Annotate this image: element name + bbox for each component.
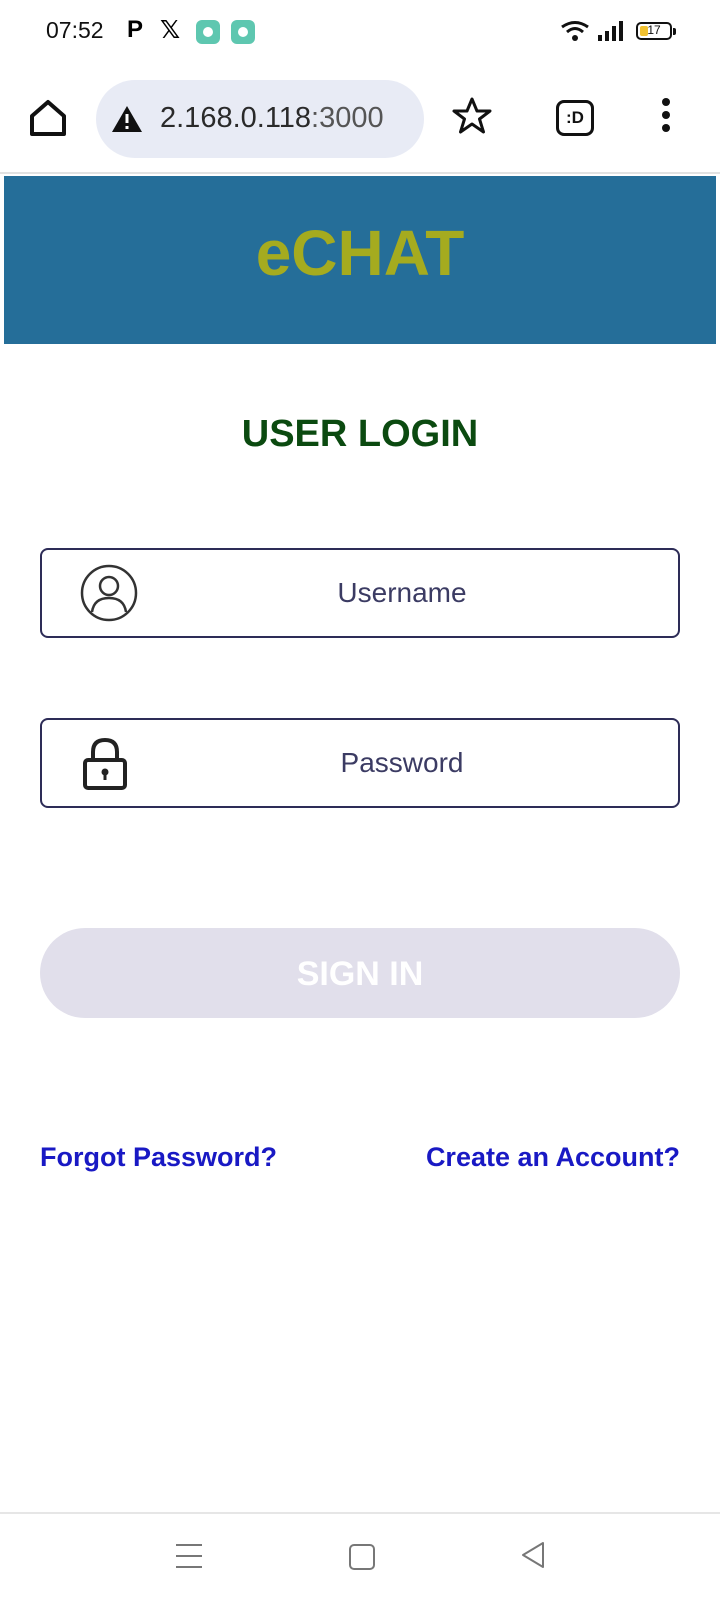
url-host: 2.168.0.118 [160,102,312,134]
status-time: 07:52 [46,17,104,43]
recent-apps-icon[interactable] [176,1544,202,1577]
password-input[interactable] [142,720,662,806]
forgot-password-link[interactable]: Forgot Password? [40,1142,277,1173]
app-badge-icon [196,20,220,44]
system-nav-bar [0,1512,720,1602]
warning-icon[interactable] [110,104,144,134]
wifi-icon [561,21,589,41]
browser-toolbar: 2.168.0.118:3000 :D [0,64,720,174]
url-port: :3000 [311,102,384,134]
user-icon [80,564,138,622]
tabs-icon[interactable]: :D [556,100,594,136]
login-title: USER LOGIN [241,413,479,455]
create-account-link[interactable]: Create an Account? [426,1142,680,1173]
star-icon[interactable] [452,96,492,136]
url-text[interactable]: 2.168.0.118:3000 [160,102,384,135]
back-triangle-icon[interactable] [520,1540,546,1570]
username-input[interactable] [142,550,662,636]
sign-in-button[interactable]: SIGN IN [40,928,680,1018]
app-badge-icon [231,20,255,44]
home-square-icon[interactable] [349,1544,375,1570]
toolbar-divider [0,172,720,174]
password-field[interactable] [40,718,680,808]
x-icon: 𝕏 [160,16,181,44]
username-field[interactable] [40,548,680,638]
tabs-label: :D [566,108,584,127]
address-bar[interactable]: 2.168.0.118:3000 [96,80,424,158]
status-bar: 07:52 P 𝕏 17 [0,0,720,64]
battery-level: 17 [647,23,661,37]
battery-icon: 17 [636,22,676,40]
app-header: eCHAT [4,176,716,344]
p-icon: P [127,16,144,43]
brand-title: eCHAT [255,217,465,289]
signal-icon [598,21,623,41]
more-vert-icon[interactable] [660,98,672,138]
home-icon[interactable] [24,94,72,142]
lock-icon [83,737,127,790]
